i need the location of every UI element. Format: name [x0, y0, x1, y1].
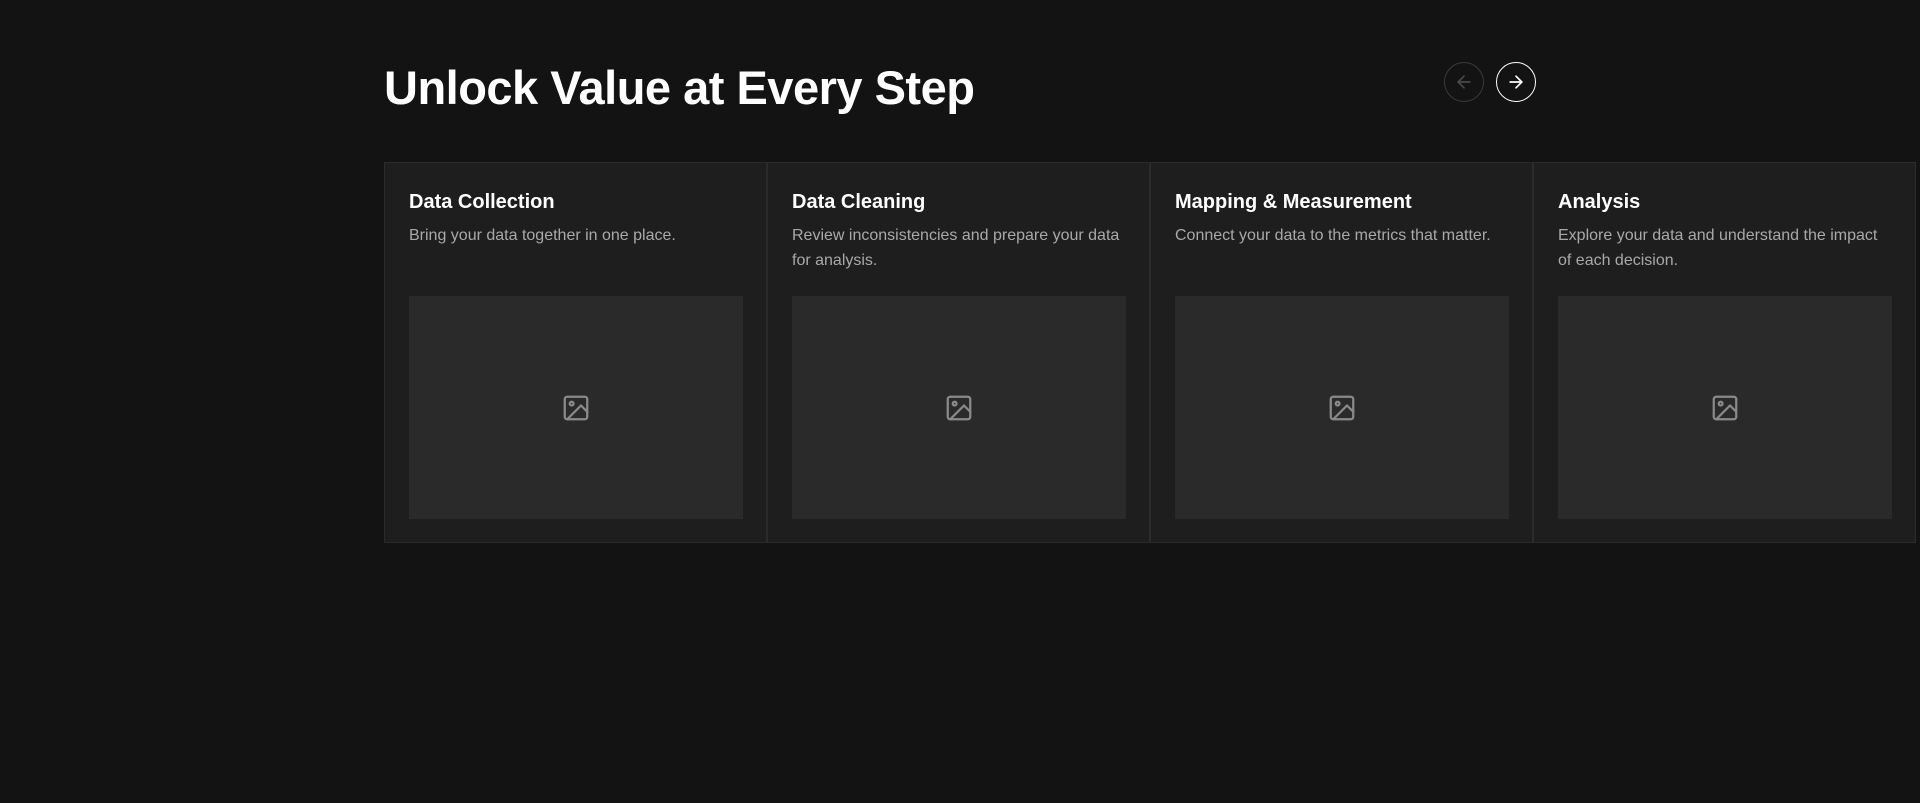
image-placeholder-icon — [1712, 395, 1738, 420]
card-title: Data Collection — [409, 191, 555, 213]
card-description: Review inconsistencies and prepare your … — [792, 227, 1120, 269]
card-title: Data Cleaning — [792, 191, 926, 213]
step-card-analysis: Analysis Explore your data and understan… — [1533, 162, 1916, 543]
step-card-data-cleaning: Data Cleaning Review inconsistencies and… — [767, 162, 1150, 543]
step-card-mapping-measurement: Mapping & Measurement Connect your data … — [1150, 162, 1533, 543]
section-header: Unlock Value at Every Step — [384, 58, 1536, 118]
image-placeholder-icon — [946, 395, 972, 420]
image-placeholder-icon — [1329, 395, 1355, 420]
card-image-placeholder — [409, 296, 743, 519]
card-title: Analysis — [1558, 191, 1641, 213]
card-image-placeholder — [1558, 296, 1892, 519]
card-title: Mapping & Measurement — [1175, 191, 1412, 213]
carousel-nav — [1444, 62, 1536, 102]
card-description: Explore your data and understand the imp… — [1558, 227, 1878, 269]
image-placeholder-icon — [563, 395, 589, 420]
card-description: Bring your data together in one place. — [409, 227, 676, 244]
card-description: Connect your data to the metrics that ma… — [1175, 227, 1491, 244]
card-image-placeholder — [1175, 296, 1509, 519]
previous-button[interactable] — [1444, 62, 1484, 102]
arrow-right-icon — [1509, 75, 1523, 89]
steps-section: Unlock Value at Every Step Data Collecti… — [0, 0, 1920, 803]
cards-carousel[interactable]: Data Collection Bring your data together… — [384, 162, 1920, 543]
card-image-placeholder — [792, 296, 1126, 519]
next-button[interactable] — [1496, 62, 1536, 102]
step-card-data-collection: Data Collection Bring your data together… — [384, 162, 767, 543]
arrow-left-icon — [1457, 75, 1471, 89]
page-title: Unlock Value at Every Step — [384, 61, 975, 114]
